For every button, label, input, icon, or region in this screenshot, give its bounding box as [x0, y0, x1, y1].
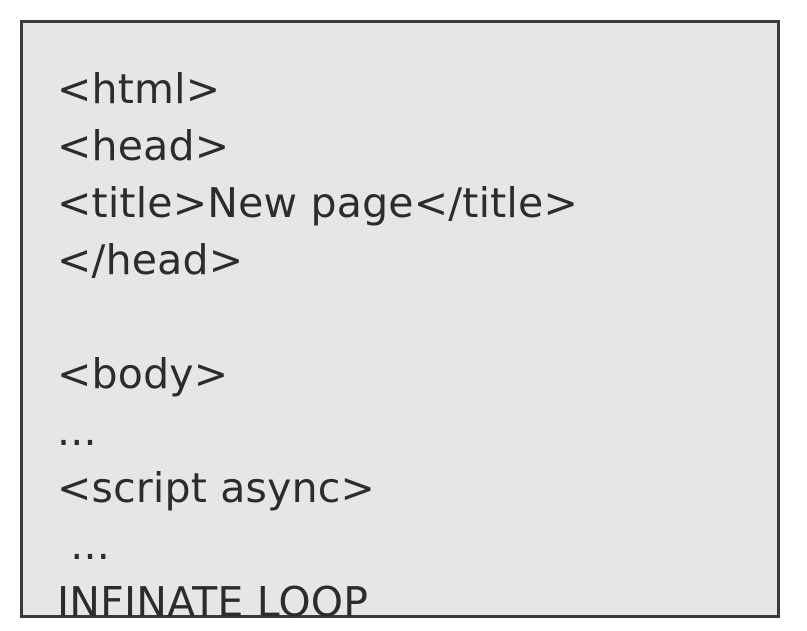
- code-line: <script async>: [57, 460, 743, 517]
- code-line: <head>: [57, 118, 743, 175]
- code-snippet-box: <html> <head> <title>New page</title> </…: [20, 20, 780, 618]
- code-line: <body>: [57, 346, 743, 403]
- code-line: ...: [57, 517, 743, 574]
- code-line: ...: [57, 403, 743, 460]
- blank-line: [57, 289, 743, 346]
- code-line: </head>: [57, 232, 743, 289]
- code-line: INFINATE LOOP: [57, 574, 743, 631]
- code-line: <title>New page</title>: [57, 175, 743, 232]
- code-line: <html>: [57, 61, 743, 118]
